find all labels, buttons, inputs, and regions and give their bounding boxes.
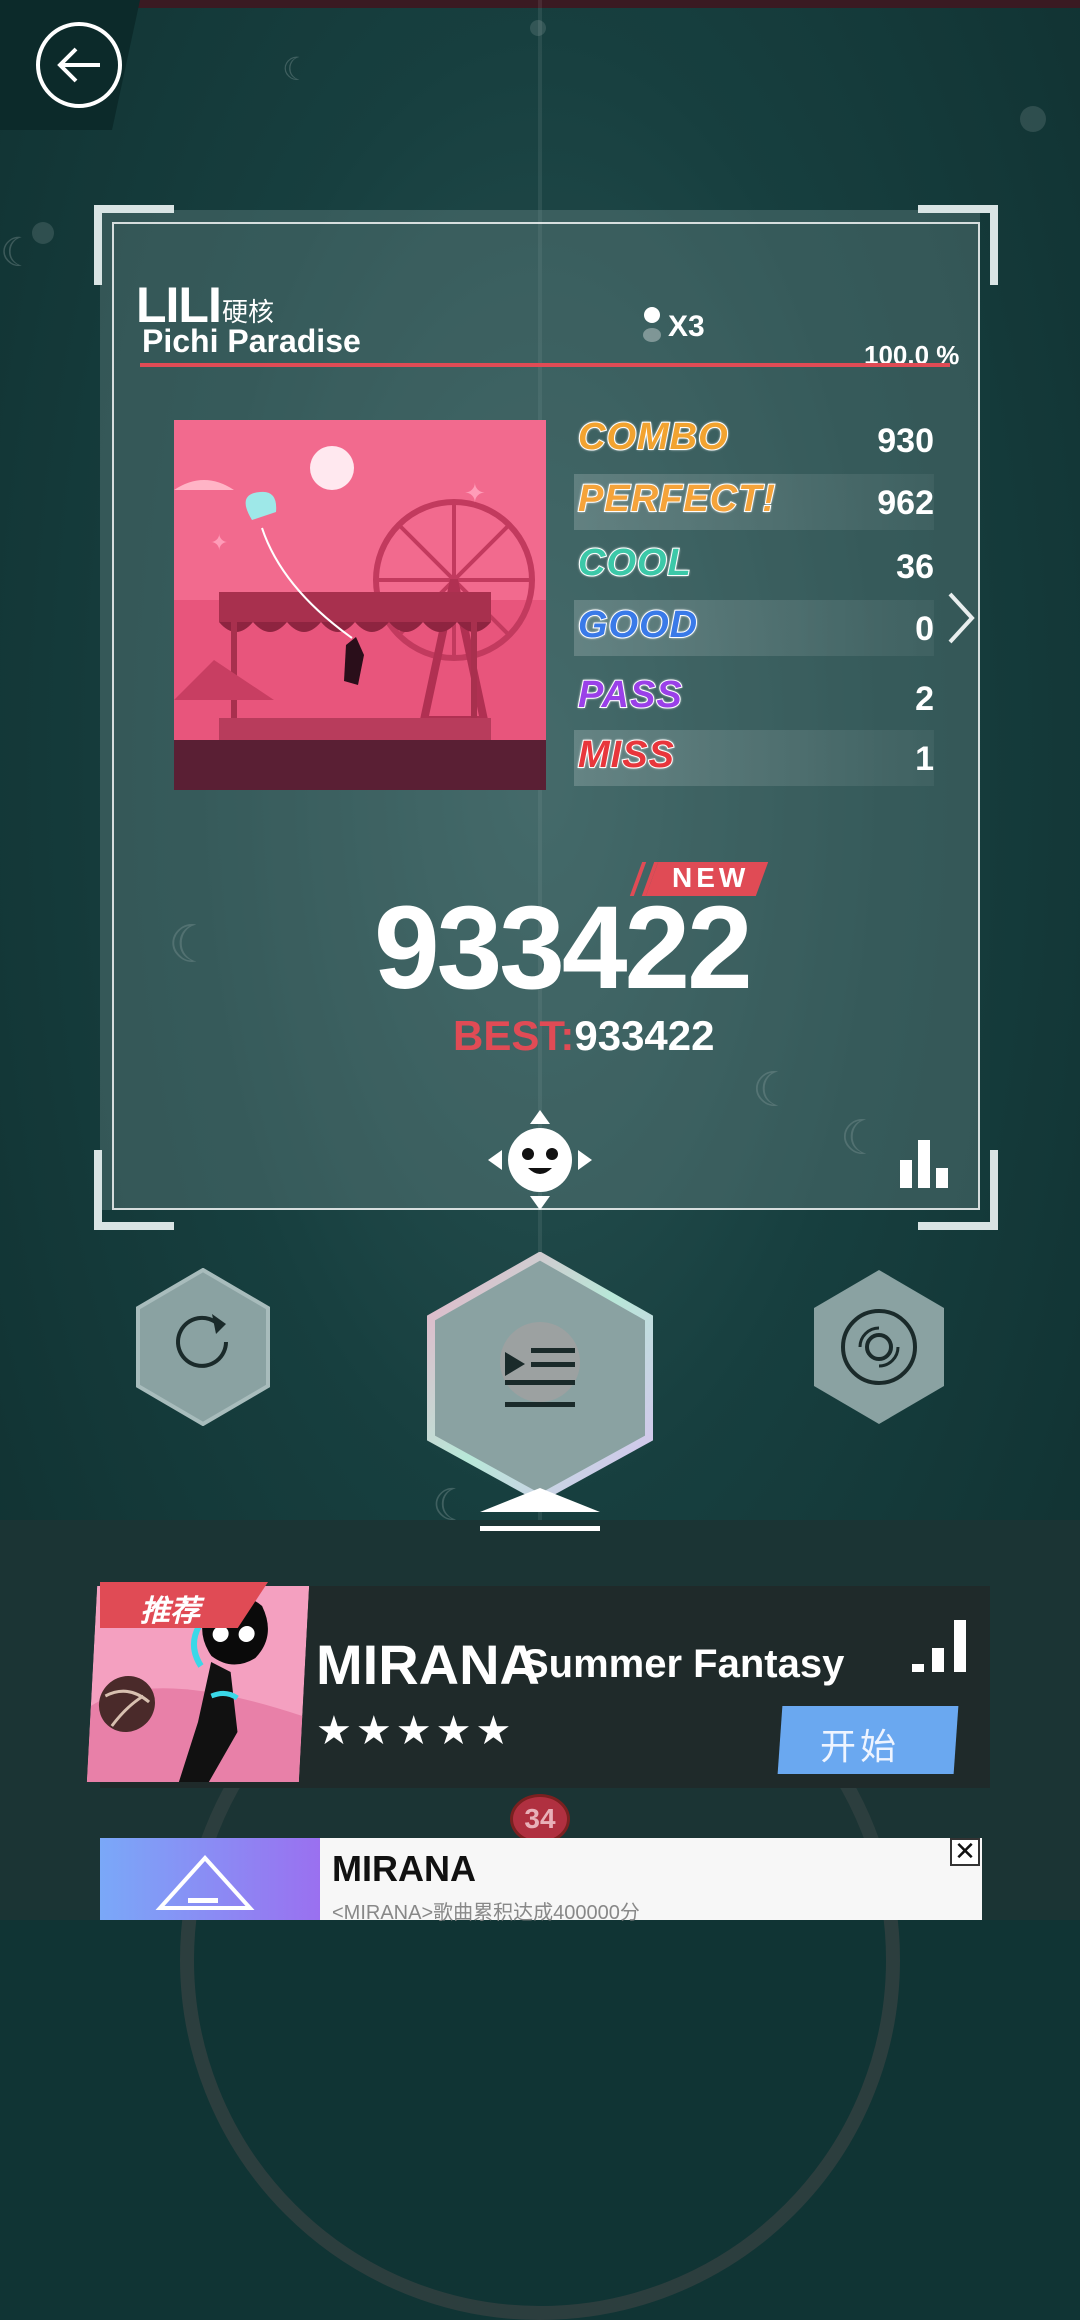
stat-value: 2	[915, 680, 934, 718]
score-value: 933422	[374, 882, 753, 1014]
svg-text:✦: ✦	[464, 479, 486, 509]
up-indicator-bar	[480, 1526, 600, 1531]
stat-row-pass: PASS 2	[574, 670, 934, 726]
moon-decoration: ☾	[0, 231, 36, 275]
stat-label: MISS	[577, 733, 675, 777]
close-icon[interactable]: ✕	[950, 1838, 980, 1866]
stat-row-miss: MISS 1	[574, 730, 934, 786]
recommend-song-title: Summer Fantasy	[522, 1642, 845, 1686]
stat-label: GOOD	[577, 603, 699, 647]
stat-label: PASS	[577, 673, 683, 717]
album-art: ✦ ✦	[174, 420, 546, 790]
difficulty-bars-icon	[912, 1620, 966, 1672]
stat-row-combo: COMBO 930	[574, 412, 934, 468]
panel-corner	[918, 205, 998, 285]
stat-value: 0	[915, 610, 934, 648]
recommend-difficulty-stars: ★★★★★	[316, 1709, 516, 1753]
stat-value: 36	[896, 548, 934, 586]
multiplier-icon	[643, 307, 661, 342]
stat-row-good: GOOD 0	[574, 600, 934, 656]
panel-corner	[94, 205, 174, 285]
disc-button[interactable]	[810, 1268, 948, 1426]
panel-corner	[94, 1150, 174, 1230]
stat-label: COMBO	[577, 415, 729, 459]
bokeh-dot	[1020, 106, 1046, 132]
start-button-label[interactable]: 开始	[820, 1718, 900, 1770]
best-score: BEST:933422	[453, 1012, 715, 1060]
level-badge: 34	[510, 1794, 570, 1844]
ad-title[interactable]: MIRANA	[332, 1848, 476, 1890]
stat-value: 930	[877, 422, 934, 460]
retry-button[interactable]	[134, 1268, 272, 1426]
bokeh-dot	[530, 20, 546, 36]
stat-label: PERFECT!	[577, 477, 776, 521]
stat-value: 1	[915, 740, 934, 778]
ad-subtitle: <MIRANA>歌曲累积达成400000分	[332, 1902, 640, 1924]
chevron-right-icon[interactable]	[946, 590, 976, 646]
recommend-artist: MIRANA	[316, 1633, 540, 1696]
accuracy-bar	[140, 363, 950, 367]
mascot-icon	[488, 1110, 592, 1210]
stat-row-cool: COOL 36	[574, 538, 934, 594]
bokeh-dot	[32, 222, 54, 244]
moon-decoration: ☾	[282, 51, 311, 87]
best-label: BEST:	[453, 1012, 575, 1059]
svg-text:✦: ✦	[210, 531, 228, 556]
multiplier-value: X3	[668, 310, 705, 343]
song-list-button[interactable]	[425, 1252, 655, 1502]
chart-icon[interactable]	[898, 1140, 950, 1188]
back-arrow-icon[interactable]	[36, 22, 122, 108]
recommend-tag-label: 推荐	[140, 1595, 200, 1628]
best-value: 933422	[574, 1012, 715, 1059]
stat-value: 962	[877, 484, 934, 522]
stat-row-perfect: PERFECT! 962	[574, 474, 934, 530]
ad-image[interactable]	[100, 1838, 320, 1920]
song-title: Pichi Paradise	[142, 323, 361, 359]
stat-label: COOL	[577, 541, 692, 585]
